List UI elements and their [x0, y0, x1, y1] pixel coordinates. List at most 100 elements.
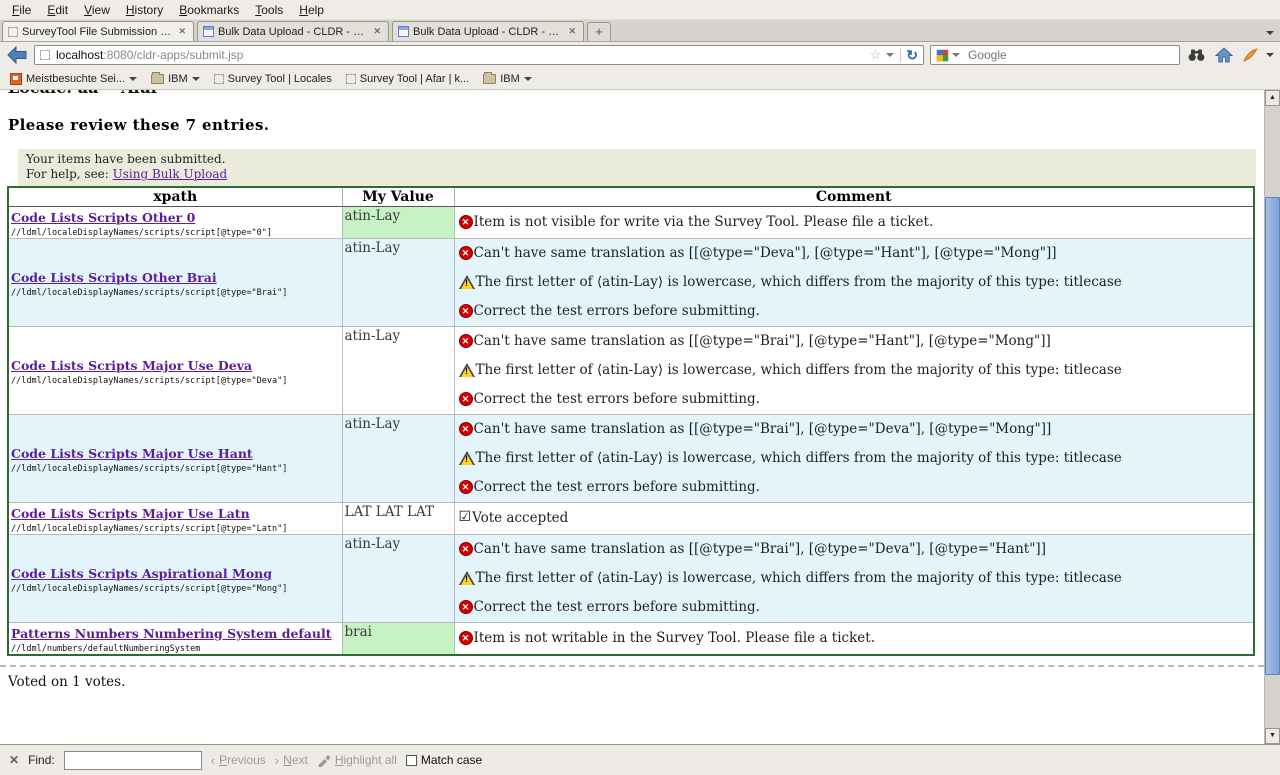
error-icon: ✕ — [459, 631, 473, 645]
xpath-link[interactable]: Code Lists Scripts Major Use Deva — [11, 358, 252, 373]
menu-help[interactable]: Help — [291, 1, 332, 19]
bookmark-item-3[interactable]: Survey Tool | Locales — [208, 72, 338, 86]
bookmark-item-5[interactable]: IBM — [477, 72, 538, 86]
bookmark-label: Survey Tool | Locales — [228, 73, 332, 85]
vertical-scrollbar[interactable]: ▲ ▼ — [1264, 90, 1280, 744]
bookmark-label: Meistbesuchte Sei... — [26, 73, 125, 85]
back-button[interactable] — [6, 45, 28, 65]
xpath-link[interactable]: Code Lists Scripts Aspirational Mong — [11, 566, 272, 581]
value-cell: atin-Lay — [342, 207, 454, 239]
reload-icon[interactable]: ↻ — [900, 48, 918, 62]
tab-close-icon[interactable]: ✕ — [176, 26, 188, 37]
find-input[interactable] — [64, 751, 202, 770]
match-case-checkbox[interactable]: Match case — [406, 753, 482, 767]
error-icon: ✕ — [459, 392, 473, 406]
toolbar-overflow-chevron-icon[interactable] — [1266, 53, 1274, 57]
comment-cell: ✕Item is not writable in the Survey Tool… — [454, 623, 1254, 656]
scrollbar-thumb[interactable] — [1265, 197, 1280, 675]
xpath-link[interactable]: Code Lists Scripts Other Brai — [11, 270, 217, 285]
search-bar[interactable] — [930, 45, 1180, 65]
home-icon[interactable] — [1213, 47, 1235, 63]
comment-line: ✕Correct the test errors before submitti… — [457, 385, 1252, 414]
bookmark-item-4[interactable]: Survey Tool | Afar | k... — [340, 72, 475, 86]
bookmark-label: IBM — [168, 73, 188, 85]
comment-text: Vote accepted — [472, 510, 568, 527]
menu-history[interactable]: History — [118, 1, 171, 19]
menu-edit[interactable]: Edit — [39, 1, 76, 19]
xpath-cell: Code Lists Scripts Major Use Deva//ldml/… — [8, 327, 342, 415]
folder-icon — [483, 74, 496, 84]
binoculars-icon[interactable] — [1186, 48, 1207, 62]
checkbox-icon[interactable] — [406, 755, 417, 766]
tab-close-icon[interactable]: ✕ — [371, 26, 383, 37]
scroll-down-icon[interactable]: ▼ — [1265, 728, 1280, 744]
warning-icon: ! — [459, 571, 475, 586]
url-dropdown-chevron-icon[interactable] — [886, 53, 894, 57]
error-icon: ✕ — [459, 215, 473, 229]
table-row: Code Lists Scripts Major Use Latn //ldml/… — [8, 503, 1254, 535]
menu-view[interactable]: View — [76, 1, 118, 19]
comment-text: Can't have same translation as [[@type="… — [474, 541, 1046, 558]
xpath-path: //ldml/localeDisplayNames/scripts/script… — [11, 584, 340, 594]
table-row: Code Lists Scripts Other Brai //ldml/loca… — [8, 239, 1254, 327]
error-icon: ✕ — [459, 600, 473, 614]
value-cell: atin-Lay — [342, 327, 454, 415]
find-label: Find: — [28, 753, 55, 767]
menu-file[interactable]: File — [4, 1, 39, 19]
tab-2[interactable]: Bulk Data Upload - CLDR - Un...✕ — [197, 21, 389, 41]
check-icon: ☑ — [459, 510, 472, 525]
table-row: Code Lists Scripts Other 0//ldml/localeD… — [8, 207, 1254, 239]
find-previous-button[interactable]: ‹Previous — [211, 753, 266, 768]
notice-line2: For help, see: Using Bulk Upload — [26, 167, 1248, 182]
xpath-link[interactable]: Code Lists Scripts Other 0 — [11, 210, 195, 225]
find-close-icon[interactable]: ✕ — [9, 753, 19, 767]
comment-line: ✕Can't have same translation as [[@type=… — [457, 239, 1252, 268]
bookmark-star-icon[interactable]: ☆ — [870, 47, 882, 63]
comment-cell: ✕Can't have same translation as [[@type=… — [454, 415, 1254, 503]
error-icon: ✕ — [459, 542, 473, 556]
find-next-button[interactable]: ›Next — [275, 753, 308, 768]
url-bar[interactable]: localhost:8080/cldr-apps/submit.jsp ☆ ↻ — [34, 45, 924, 65]
xpath-path: //ldml/localeDisplayNames/scripts/script… — [11, 524, 340, 534]
xpath-path: //ldml/localeDisplayNames/scripts/script… — [11, 288, 340, 298]
tab-1[interactable]: SurveyTool File Submission | ...✕ — [2, 21, 194, 41]
tab-3[interactable]: Bulk Data Upload - CLDR - Un...✕ — [392, 21, 584, 41]
clipped-page-heading: Locale: aa - 'Afar' — [8, 90, 1264, 97]
tab-close-icon[interactable]: ✕ — [566, 26, 578, 37]
folder-icon — [151, 74, 164, 84]
dashed-favicon-icon — [8, 27, 18, 37]
xpath-cell: Code Lists Scripts Major Use Latn //ldml/… — [8, 503, 342, 535]
comment-line: ✕Item is not visible for write via the S… — [457, 208, 1252, 237]
quill-icon[interactable] — [1241, 48, 1260, 62]
comment-line: ✕Can't have same translation as [[@type=… — [457, 327, 1252, 356]
xpath-cell: Code Lists Scripts Major Use Hant//ldml/… — [8, 415, 342, 503]
using-bulk-upload-link[interactable]: Using Bulk Upload — [113, 167, 228, 181]
tab-list-chevron-icon[interactable] — [1266, 31, 1274, 35]
menu-tools[interactable]: Tools — [247, 1, 291, 19]
bookmark-item-2[interactable]: IBM — [145, 72, 206, 86]
comment-cell: ☑Vote accepted — [454, 503, 1254, 535]
scroll-up-icon[interactable]: ▲ — [1265, 90, 1280, 106]
menu-bookmarks[interactable]: Bookmarks — [171, 1, 247, 19]
bookmark-label: IBM — [500, 73, 520, 85]
search-input[interactable] — [968, 48, 1174, 62]
xpath-link[interactable]: Code Lists Scripts Major Use Latn — [11, 506, 250, 521]
highlighter-icon — [317, 754, 331, 767]
comment-text: The first letter of ⟨atin-Lay⟩ is lowerc… — [476, 362, 1122, 379]
comment-line: !The first letter of ⟨atin-Lay⟩ is lower… — [457, 564, 1252, 593]
table-header-row: xpath My Value Comment — [8, 187, 1254, 207]
new-tab-button[interactable]: + — [587, 22, 611, 41]
error-icon: ✕ — [459, 304, 473, 318]
search-engine-chevron-icon[interactable] — [952, 53, 960, 57]
table-row: Code Lists Scripts Aspirational Mong //ld… — [8, 535, 1254, 623]
xpath-link[interactable]: Patterns Numbers Numbering System defaul… — [11, 626, 332, 641]
table-row: Code Lists Scripts Major Use Hant//ldml/… — [8, 415, 1254, 503]
highlight-all-button[interactable]: Highlight all — [317, 753, 397, 767]
bookmark-item-1[interactable]: Meistbesuchte Sei... — [4, 72, 143, 86]
error-icon: ✕ — [459, 480, 473, 494]
xpath-link[interactable]: Code Lists Scripts Major Use Hant — [11, 446, 253, 461]
google-search-engine-icon[interactable] — [936, 49, 949, 62]
table-row: Patterns Numbers Numbering System defaul… — [8, 623, 1254, 656]
comment-text: The first letter of ⟨atin-Lay⟩ is lowerc… — [476, 274, 1122, 291]
warning-icon: ! — [459, 275, 475, 290]
